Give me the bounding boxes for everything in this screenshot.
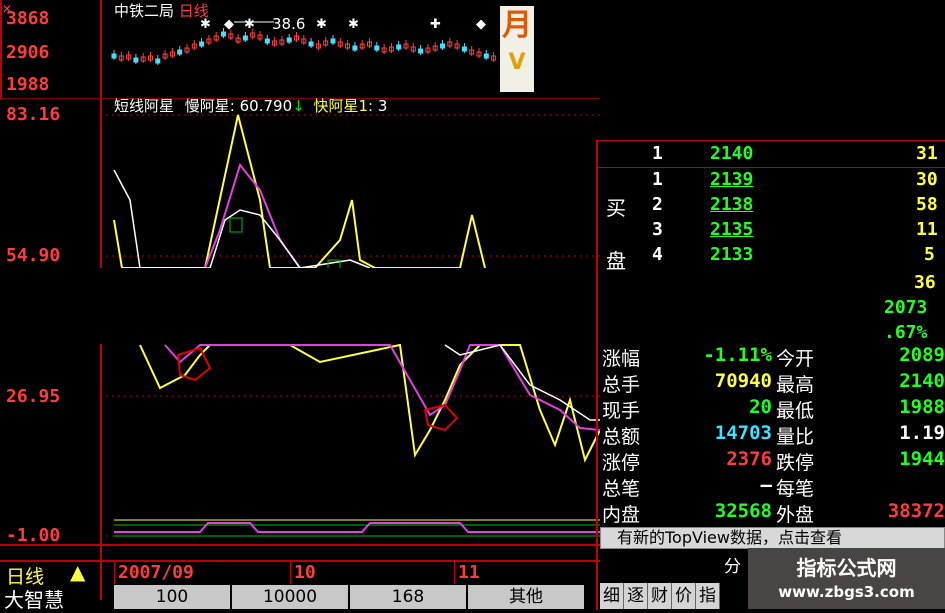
quote-label: 最低 (776, 400, 815, 422)
quote-value: 1988 (899, 396, 945, 418)
quote-row: 现手 20 最低 1988 (600, 396, 945, 422)
bottom-tab-other[interactable]: 其他 (468, 585, 586, 609)
quote-value: 32568 (714, 500, 772, 522)
top-axis-label: 2906 (6, 42, 50, 63)
quote-label: 外盘 (776, 504, 815, 526)
side-tab-finance[interactable]: 财 (648, 583, 672, 609)
main-axis-label: 26.95 (6, 386, 61, 407)
quote-label: 总笔 (602, 478, 641, 500)
top-axis-label: 3868 (6, 8, 50, 29)
quote-row: 总手 70940 最高 2140 (600, 370, 945, 396)
bottom-tab-168[interactable]: 168 (350, 585, 468, 609)
side-tab-index[interactable]: 指 (696, 583, 720, 609)
side-tab-detail[interactable]: 细 (600, 583, 624, 609)
svg-text:✚: ✚ (430, 17, 441, 32)
svg-text:✱: ✱ (316, 17, 327, 32)
date-month: 11 (458, 562, 480, 583)
svg-text:◆: ◆ (224, 17, 234, 32)
sell-level: 1 (652, 143, 663, 164)
quote-value: 38372 (887, 500, 945, 522)
svg-text:✱: ✱ (348, 17, 359, 32)
topview-notice[interactable]: 有新的TopView数据，点击查看 (600, 527, 945, 549)
quote-value: 20 (749, 396, 772, 418)
buy-level: 3 (652, 219, 663, 240)
quote-label: 今开 (776, 348, 815, 370)
buy-volume: 30 (916, 169, 938, 190)
quote-label: 总手 (602, 374, 641, 396)
quote-value: 1.19 (899, 422, 945, 444)
order-extra: 36 (914, 272, 936, 293)
buy-price: 2139 (710, 169, 754, 190)
notice-right-label: 分 (724, 557, 741, 577)
quote-label: 涨停 (602, 452, 641, 474)
sell-price: 2140 (710, 143, 754, 164)
buy-level: 4 (652, 244, 663, 265)
svg-text:◆: ◆ (476, 17, 486, 32)
quote-row: 内盘 32568 外盘 38372 (600, 500, 945, 526)
quote-label: 现手 (602, 400, 641, 422)
quote-value: 70940 (714, 370, 772, 392)
order-extra: 2073 (884, 297, 928, 318)
order-extra: .67% (884, 322, 928, 343)
main-axis-label: 83.16 (6, 104, 61, 125)
quote-value: 2140 (899, 370, 945, 392)
buy-level: 2 (652, 194, 663, 215)
bottom-tab-100[interactable]: 100 (114, 585, 232, 609)
sell-row: 1 2140 31 (600, 143, 945, 167)
quote-row: 总笔 — 每笔 (600, 474, 945, 500)
quote-label: 跌停 (776, 452, 815, 474)
buy-volume: 5 (924, 244, 935, 265)
buy-row: 4 2133 5 (600, 244, 945, 268)
buy-level: 1 (652, 169, 663, 190)
quote-label: 最高 (776, 374, 815, 396)
date-axis: 日线 ▲ 2007/09 10 11 (0, 560, 600, 588)
svg-text:✱: ✱ (200, 17, 211, 32)
buy-row: 2 2138 58 (600, 194, 945, 218)
main-axis-label: -1.00 (6, 525, 61, 546)
quote-value: 2089 (899, 344, 945, 366)
buy-row: 1 2139 30 (600, 169, 945, 193)
watermark-title: 指标公式网 (796, 556, 897, 580)
quote-row: 总额 14703 量比 1.19 (600, 422, 945, 448)
occlusion-band (0, 268, 945, 344)
ad-banner: 月 V (500, 6, 534, 92)
quote-label: 总额 (602, 426, 641, 448)
quote-label: 量比 (776, 426, 815, 448)
bottom-tab-10000[interactable]: 10000 (232, 585, 350, 609)
buy-volume: 58 (916, 194, 938, 215)
buy-price: 2133 (710, 244, 754, 265)
quote-value: — (760, 474, 772, 496)
buy-volume: 11 (916, 219, 938, 240)
watermark-url: www.zbgs3.com (778, 583, 915, 601)
quote-value: 2376 (726, 448, 772, 470)
notice-text: 有新的TopView数据，点击查看 (617, 528, 842, 547)
buy-row: 3 2135 11 (600, 219, 945, 243)
quote-value: 14703 (714, 422, 772, 444)
buy-price: 2138 (710, 194, 754, 215)
quote-label: 每笔 (776, 478, 815, 500)
quote-value: -1.11% (703, 344, 772, 366)
date-month: 2007/09 (118, 562, 194, 583)
period-up-arrow-icon[interactable]: ▲ (70, 560, 85, 584)
buy-price: 2135 (710, 219, 754, 240)
quote-row: 涨停 2376 跌停 1944 (600, 448, 945, 474)
quote-row: 涨幅 -1.11% 今开 2089 (600, 344, 945, 370)
side-tab-price[interactable]: 价 (672, 583, 696, 609)
top-axis-label: 1988 (6, 74, 50, 95)
quote-label: 内盘 (602, 504, 641, 526)
side-tab-tick[interactable]: 逐 (624, 583, 648, 609)
watermark: 指标公式网 www.zbgs3.com (748, 548, 945, 609)
quote-label: 涨幅 (602, 348, 641, 370)
quote-value: 1944 (899, 448, 945, 470)
svg-text:✱: ✱ (244, 17, 255, 32)
main-axis-label: 54.90 (6, 245, 61, 266)
date-month: 10 (294, 562, 316, 583)
candlestick-strip: ✱ ◆ ✱ ✱ ✱ ✚ ◆ (111, 17, 497, 65)
sell-volume: 31 (916, 143, 938, 164)
